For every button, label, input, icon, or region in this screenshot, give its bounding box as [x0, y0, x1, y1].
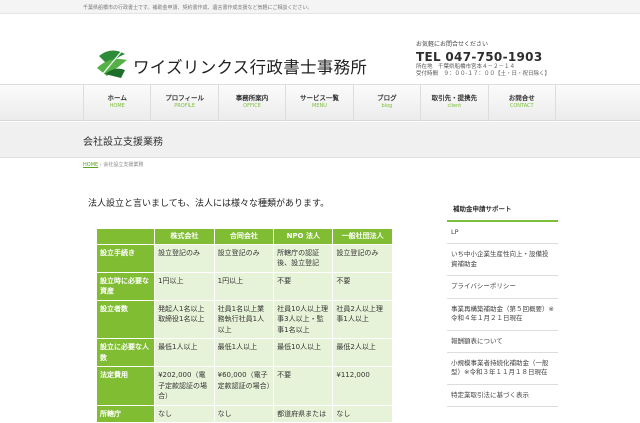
table-header-cell: 合同会社: [213, 228, 275, 245]
nav-sublabel: CONTACT: [509, 102, 534, 109]
sidebar-link[interactable]: 事業再構築補助金（第５回概要）※令和４年１月２１日現在: [447, 299, 558, 331]
site-header: ワイズリンクス行政書士事務所 お気軽にお問合せください TEL 047-750-…: [0, 14, 640, 84]
table-row: 設立手続き 設立登記のみ 設立登記のみ 所轄庁の認証後、設立登記 設立登記のみ: [95, 243, 393, 273]
office-logo-icon[interactable]: [95, 48, 129, 80]
row-header: 設立時に必要な資産: [95, 271, 156, 301]
nav-sublabel: PROFILE: [174, 102, 195, 109]
table-cell: 社員1名以上業務執行社員1人以上: [213, 299, 275, 339]
office-address: 所在地 千葉県船橋市宮本４－２－１４: [416, 64, 516, 70]
contact-block: お気軽にお問合せください TEL 047-750-1903 所在地 千葉県船橋市…: [416, 42, 550, 77]
sidebar-list: LP いち中小企業生産性向上・設備投資補助金 プライバシーポリシー 事業再構築補…: [447, 222, 558, 408]
table-cell: 最低10人以上: [273, 338, 334, 367]
nav-item-home[interactable]: ホーム HOME: [83, 85, 152, 121]
row-header: 所轄庁: [95, 404, 156, 423]
corporation-comparison-table: 株式会社 合同会社 NPO 法人 一般社団法人 設立手続き 設立登記のみ 設立登…: [95, 228, 393, 423]
nav-label: お問合せ: [508, 94, 535, 102]
sidebar-title: 補助金申請サポート: [447, 196, 558, 222]
top-notice-bar: 千葉県船橋市の行政書士です。補助金申請、契約書作成、遺言書作成支援など気軽にご相…: [0, 0, 640, 14]
nav-sublabel: blog: [381, 102, 393, 109]
table-cell: なし: [213, 404, 275, 423]
table-header-row: 株式会社 合同会社 NPO 法人 一般社団法人: [95, 228, 393, 245]
table-header-cell: 一般社団法人: [332, 228, 393, 245]
table-cell: 最低2人以上: [332, 338, 393, 367]
table-cell: 不要: [273, 366, 334, 406]
nav-item-blog[interactable]: ブログ blog: [354, 85, 422, 121]
table-row: 法定費用 ¥202,000（電子定款認証の場合） ¥60,000（電子定款認証の…: [95, 366, 393, 406]
breadcrumb: HOME › 会社設立支援業務: [83, 161, 143, 168]
table-cell: 最低1人以上: [154, 338, 215, 367]
table-cell: 社員10人以上理事3人以上・監事1名以上: [273, 299, 334, 339]
top-notice-text: 千葉県船橋市の行政書士です。補助金申請、契約書作成、遺言書作成支援など気軽にご相…: [83, 5, 313, 11]
table-cell: 1円以上: [154, 271, 215, 301]
office-hours: 受付時間 ９：００-１７：００【土・日・祝日除く】: [416, 70, 550, 77]
table-cell: 設立登記のみ: [154, 243, 215, 273]
row-header: 法定費用: [95, 366, 156, 406]
contact-label: お気軽にお問合せください: [416, 41, 489, 48]
table-row: 設立時に必要な資産 1円以上 1円以上 不要 不要: [95, 271, 393, 301]
nav-item-office[interactable]: 事務所案内 OFFICE: [219, 85, 287, 121]
breadcrumb-home-link[interactable]: HOME: [83, 162, 98, 168]
nav-sublabel: OFFICE: [243, 102, 261, 109]
table-row: 所轄庁 なし なし 都道府県または なし: [95, 404, 393, 423]
table-cell: ¥60,000（電子定款認証の場合）: [213, 366, 275, 406]
nav-label: 事務所案内: [235, 94, 269, 102]
nav-item-contact[interactable]: お問合せ CONTACT: [489, 85, 556, 121]
nav-sublabel: HOME: [109, 102, 125, 109]
page-title: 会社設立支援業務: [83, 137, 163, 148]
row-header: 設立者数: [95, 299, 156, 339]
sidebar: 補助金申請サポート LP いち中小企業生産性向上・設備投資補助金 プライバシーポ…: [447, 196, 558, 408]
breadcrumb-current: 会社設立支援業務: [103, 162, 144, 168]
table-header-cell: 株式会社: [154, 228, 215, 245]
table-cell: 社員2人以上理事1人以上: [332, 299, 393, 339]
nav-label: プロフィール: [165, 94, 205, 102]
nav-item-menu[interactable]: サービス一覧 MENU: [286, 85, 354, 121]
table-cell: 設立登記のみ: [332, 243, 393, 273]
sidebar-link[interactable]: LP: [447, 222, 558, 245]
table-header-cell: [95, 228, 156, 245]
table-cell: 不要: [273, 271, 334, 301]
table-row: 設立者数 発起人1名以上取締役1名以上 社員1名以上業務執行社員1人以上 社員1…: [95, 299, 393, 339]
table-cell: 不要: [332, 271, 393, 301]
nav-label: 取引先・提携先: [431, 94, 478, 102]
nav-label: サービス一覧: [299, 94, 339, 102]
table-cell: なし: [154, 404, 215, 423]
table-cell: ¥112,000: [332, 366, 393, 406]
global-nav: ホーム HOME プロフィール PROFILE 事務所案内 OFFICE サービス一覧…: [0, 84, 640, 121]
table-cell: 1円以上: [213, 271, 275, 301]
lead-text: 法人設立と言いましても、法人には様々な種類があります。: [88, 199, 330, 209]
table-cell: 設立登記のみ: [213, 243, 275, 273]
page-title-bar: 会社設立支援業務: [0, 122, 640, 158]
sidebar-link[interactable]: いち中小企業生産性向上・設備投資補助金: [447, 244, 558, 277]
table-cell: 最低1人以上: [213, 338, 275, 367]
sidebar-link[interactable]: プライバシーポリシー: [447, 276, 558, 299]
table-cell: 発起人1名以上取締役1名以上: [154, 299, 215, 339]
table-cell: 都道府県または: [273, 404, 334, 423]
nav-label: ホーム: [107, 94, 127, 102]
table-cell: 所轄庁の認証後、設立登記: [273, 243, 334, 273]
nav-sublabel: MENU: [312, 102, 327, 109]
row-header: 設立手続き: [95, 243, 156, 273]
sidebar-link[interactable]: 小規模事業者持続化補助金（一般型）※令和３年１１月１８日現在: [447, 353, 558, 385]
nav-label: ブログ: [377, 94, 397, 102]
nav-sublabel: client: [447, 102, 462, 109]
sidebar-link[interactable]: 特定業取引法に基づく表示: [447, 385, 558, 408]
site-title[interactable]: ワイズリンクス行政書士事務所: [133, 54, 367, 78]
nav-item-profile[interactable]: プロフィール PROFILE: [151, 85, 219, 121]
phone-number[interactable]: TEL 047-750-1903: [416, 51, 550, 63]
table-cell: なし: [332, 404, 393, 423]
table-header-cell: NPO 法人: [273, 228, 334, 245]
table-row: 設立に必要な人数 最低1人以上 最低1人以上 最低10人以上 最低2人以上: [95, 338, 393, 367]
row-header: 設立に必要な人数: [95, 338, 156, 367]
nav-item-client[interactable]: 取引先・提携先 client: [421, 85, 489, 121]
table-cell: ¥202,000（電子定款認証の場合）: [154, 366, 215, 406]
sidebar-link[interactable]: 報酬額表について: [447, 331, 558, 353]
